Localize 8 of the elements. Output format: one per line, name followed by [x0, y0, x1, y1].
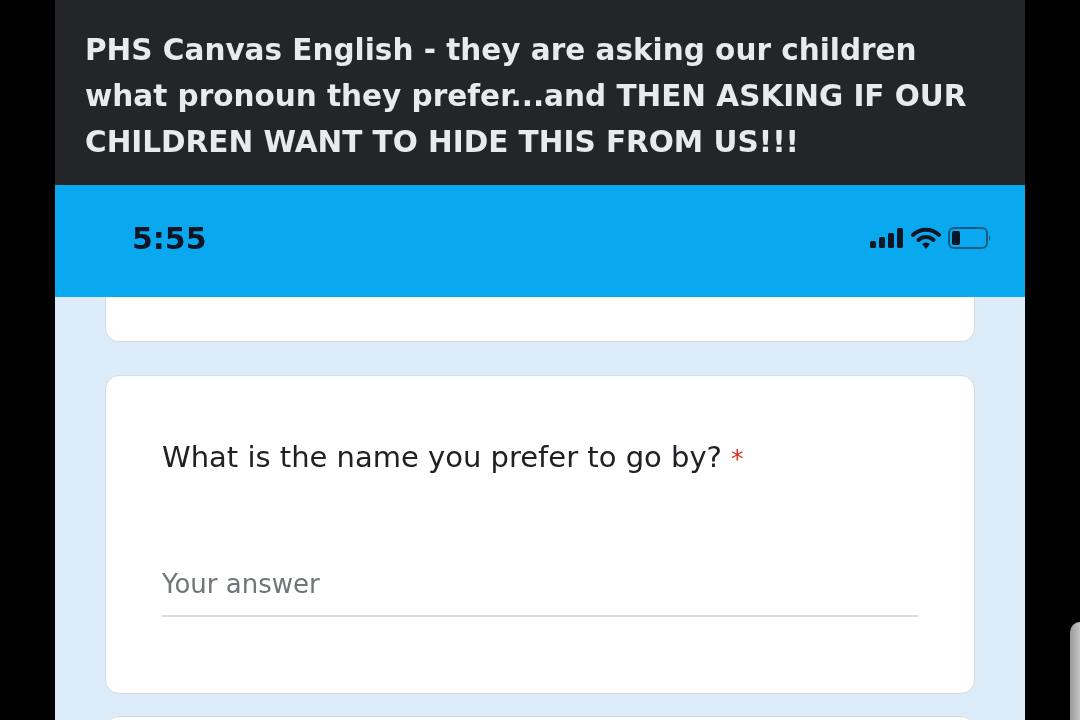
status-time: 5:55: [132, 220, 207, 256]
battery-icon: [948, 227, 992, 249]
answer-field[interactable]: Your answer: [162, 569, 918, 617]
post-text: PHS Canvas English - they are asking our children what pronoun they prefer...and THEN ASKING IF OUR CHILDREN WANT TO HIDE THIS FROM US!!!: [85, 32, 968, 161]
question-title: What is the name you prefer to go by?: [162, 439, 722, 476]
signal-icon: [870, 228, 904, 248]
required-mark: *: [730, 443, 744, 475]
wifi-icon: [911, 227, 941, 249]
